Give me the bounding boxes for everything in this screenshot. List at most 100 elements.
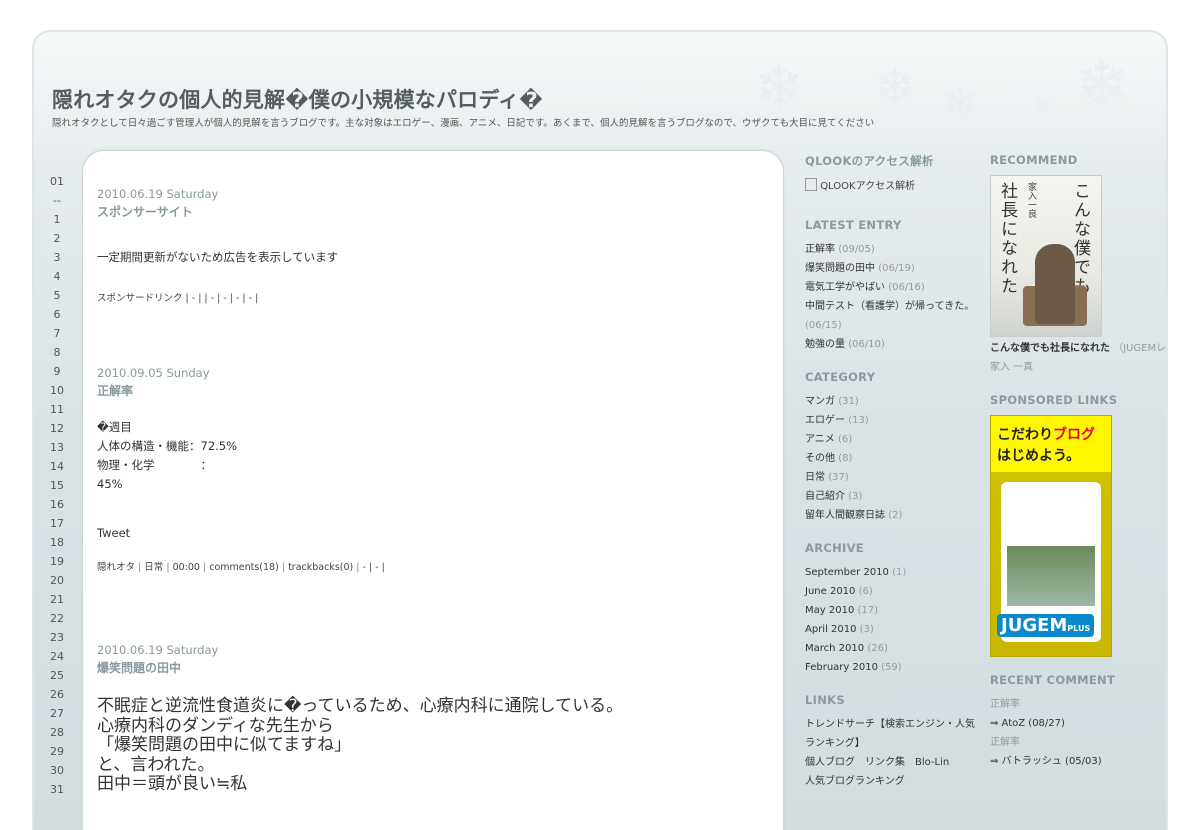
archive-item[interactable]: June 2010 (6) bbox=[805, 582, 985, 601]
book-title-link[interactable]: こんな僕でも社長になれた bbox=[990, 343, 1110, 354]
archive-item[interactable]: September 2010 (1) bbox=[805, 563, 985, 582]
tweet-button[interactable]: Tweet bbox=[97, 524, 757, 543]
book-author: 家入 一真 bbox=[990, 362, 1034, 373]
link-item[interactable]: 人気ブログランキング bbox=[805, 772, 985, 791]
entry-title[interactable]: 爆笑問題の田中 bbox=[97, 659, 757, 676]
recent-comment-author[interactable]: ⇒ AtoZ (08/27) bbox=[990, 714, 1160, 733]
calendar-day: 20 bbox=[50, 574, 64, 587]
entry-category-link[interactable]: 日常 bbox=[144, 562, 163, 573]
link-item[interactable]: 個人ブログ リンク集 Blo-Lin bbox=[805, 753, 985, 772]
category-block: CATEGORY マンガ (31) エロゲー (13) アニメ (6) その他 … bbox=[805, 370, 985, 525]
book-info: こんな僕でも社長になれた （JUGEMレビュー »） bbox=[990, 339, 1166, 358]
calendar-day: 10 bbox=[50, 384, 64, 397]
entry-seikairitsu: 2010.09.05 Sunday 正解率 �週目 人体の構造・機能：72.5%… bbox=[97, 366, 757, 573]
latest-entry-item[interactable]: 中間テスト（看護学）が帰ってきた。 bbox=[805, 297, 985, 316]
entry-body: 不眠症と逆流性食道炎に�っているため、心療内科に通院している。 心療内科のダンデ… bbox=[97, 696, 757, 795]
entry-line: 人体の構造・機能：72.5% bbox=[97, 439, 238, 453]
archive-item[interactable]: May 2010 (17) bbox=[805, 601, 985, 620]
entry-sponsor: 2010.06.19 Saturday スポンサーサイト 一定期間更新がないため… bbox=[97, 187, 757, 304]
archive-title: ARCHIVE bbox=[805, 541, 864, 555]
sidebar-left: QLOOKのアクセス解析 QLOOKアクセス解析 LATEST ENTRY 正解… bbox=[805, 153, 985, 807]
entry-meta-tail: - | - | bbox=[362, 562, 385, 573]
recent-comment-entry[interactable]: 正解率 bbox=[990, 695, 1160, 714]
category-item[interactable]: その他 (8) bbox=[805, 449, 985, 468]
calendar-day: 28 bbox=[50, 726, 64, 739]
calendar-day: 15 bbox=[50, 479, 64, 492]
qlook-block: QLOOKのアクセス解析 QLOOKアクセス解析 bbox=[805, 153, 985, 192]
latest-entry-block: LATEST ENTRY 正解率 (09/05) 爆笑問題の田中 (06/19)… bbox=[805, 218, 985, 354]
recommend-title: RECOMMEND bbox=[990, 153, 1078, 167]
category-item[interactable]: マンガ (31) bbox=[805, 392, 985, 411]
calendar-day: 16 bbox=[50, 498, 64, 511]
entry-date: 2010.06.19 Saturday bbox=[97, 643, 219, 657]
recent-comment-entry[interactable]: 正解率 bbox=[990, 733, 1160, 752]
qlook-title: QLOOKのアクセス解析 bbox=[805, 154, 934, 168]
entry-time-link[interactable]: 00:00 bbox=[173, 562, 200, 573]
entry-body: �週目 人体の構造・機能：72.5% 物理・化学 ： 45% bbox=[97, 418, 757, 494]
entry-line: �週目 bbox=[97, 420, 132, 434]
sidebar-right: RECOMMEND こんな僕でも 社長になれた 家入一良 こんな僕でも社長になれ… bbox=[990, 153, 1166, 787]
snowflake-icon: ❄ bbox=[874, 58, 916, 116]
entry-title[interactable]: スポンサーサイト bbox=[97, 203, 757, 220]
entry-trackbacks-link[interactable]: trackbacks(0) bbox=[288, 562, 353, 573]
archive-item[interactable]: April 2010 (3) bbox=[805, 620, 985, 639]
latest-entry-item[interactable]: 勉強の量 (06/10) bbox=[805, 335, 985, 354]
link-item[interactable]: ランキング】 bbox=[805, 734, 985, 753]
entry-line: 45% bbox=[97, 477, 123, 491]
entry-line: 不眠症と逆流性食道炎に�っているため、心療内科に通院している。 bbox=[97, 696, 624, 716]
links-block: LINKS トレンドサーチ【検索エンジン・人気 ランキング】 個人ブログ リンク… bbox=[805, 693, 985, 791]
jugem-plus-ad[interactable]: こだわりブログ はじめよう。 JUGEMPLUS bbox=[990, 415, 1112, 657]
calendar-day: 9 bbox=[53, 365, 61, 378]
calendar-day: 11 bbox=[50, 403, 64, 416]
book-cover[interactable]: こんな僕でも 社長になれた 家入一良 bbox=[990, 175, 1102, 337]
entry-body: 一定期間更新がないため広告を表示しています bbox=[97, 250, 339, 264]
entry-comments-link[interactable]: comments(18) bbox=[209, 562, 279, 573]
recommend-block: RECOMMEND こんな僕でも 社長になれた 家入一良 こんな僕でも社長になれ… bbox=[990, 153, 1166, 377]
calendar-day: 18 bbox=[50, 536, 64, 549]
calendar-day: 23 bbox=[50, 631, 64, 644]
entry-meta: 隠れオタ | 日常 | 00:00 | comments(18) | track… bbox=[97, 562, 385, 573]
entry-meta: スポンサードリンク | - | | - | - | - | - | bbox=[97, 293, 259, 304]
calendar-day: 31 bbox=[50, 783, 64, 796]
blog-title[interactable]: 隠れオタクの個人的見解�僕の小規模なパロディ� bbox=[52, 84, 543, 114]
link-item[interactable]: トレンドサーチ【検索エンジン・人気 bbox=[805, 715, 985, 734]
latest-entry-item[interactable]: 爆笑問題の田中 (06/19) bbox=[805, 259, 985, 278]
entry-bakusho: 2010.06.19 Saturday 爆笑問題の田中 不眠症と逆流性食道炎に�… bbox=[97, 643, 757, 795]
entry-date: 2010.09.05 Sunday bbox=[97, 366, 210, 380]
latest-entry-item[interactable]: 電気工学がやばい (06/16) bbox=[805, 278, 985, 297]
category-item[interactable]: 留年人間観察日誌 (2) bbox=[805, 506, 985, 525]
category-item[interactable]: 日常 (37) bbox=[805, 468, 985, 487]
entry-line: 「爆笑問題の田中に似てますね」 bbox=[97, 735, 352, 755]
calendar-day: 12 bbox=[50, 422, 64, 435]
entry-title[interactable]: 正解率 bbox=[97, 382, 757, 399]
latest-entry-date: (06/15) bbox=[805, 320, 842, 331]
ad-subline: はじめよう。 bbox=[997, 448, 1081, 464]
latest-entry-item[interactable]: 正解率 (09/05) bbox=[805, 240, 985, 259]
calendar-day: 1 bbox=[53, 213, 61, 226]
calendar-day: 29 bbox=[50, 745, 64, 758]
snowflake-icon: ❄ bbox=[1074, 46, 1130, 123]
book-cover-person bbox=[1035, 244, 1075, 324]
calendar-day: 2 bbox=[53, 232, 61, 245]
category-item[interactable]: アニメ (6) bbox=[805, 430, 985, 449]
archive-item[interactable]: February 2010 (59) bbox=[805, 658, 985, 677]
category-item[interactable]: エロゲー (13) bbox=[805, 411, 985, 430]
main-content: 2010.06.19 Saturday スポンサーサイト 一定期間更新がないため… bbox=[82, 150, 784, 830]
calendar-day: 24 bbox=[50, 650, 64, 663]
calendar-day: 17 bbox=[50, 517, 64, 530]
archive-item[interactable]: March 2010 (26) bbox=[805, 639, 985, 658]
calendar-day: 30 bbox=[50, 764, 64, 777]
calendar-day: 26 bbox=[50, 688, 64, 701]
calendar-day: 22 bbox=[50, 612, 64, 625]
entry-author-link[interactable]: 隠れオタ bbox=[97, 562, 135, 573]
category-item[interactable]: 自己紹介 (3) bbox=[805, 487, 985, 506]
recent-comment-author[interactable]: ⇒ バトラッシュ (05/03) bbox=[990, 752, 1160, 771]
page-frame: ❄ ❄ ❄ ❄ ❄ 隠れオタクの個人的見解�僕の小規模なパロディ� 隠れオタクと… bbox=[32, 30, 1168, 830]
qlook-image[interactable]: QLOOKアクセス解析 bbox=[805, 177, 985, 192]
book-review-link[interactable]: （JUGEMレビュー »） bbox=[1113, 343, 1166, 354]
snowflake-icon: ❄ bbox=[1034, 94, 1053, 119]
sponsored-block: SPONSORED LINKS こだわりブログ はじめよう。 JUGEMPLUS bbox=[990, 393, 1160, 657]
snowflake-icon: ❄ bbox=[942, 78, 979, 129]
entry-line: と、言われた。 bbox=[97, 754, 215, 775]
archive-block: ARCHIVE September 2010 (1) June 2010 (6)… bbox=[805, 541, 985, 677]
